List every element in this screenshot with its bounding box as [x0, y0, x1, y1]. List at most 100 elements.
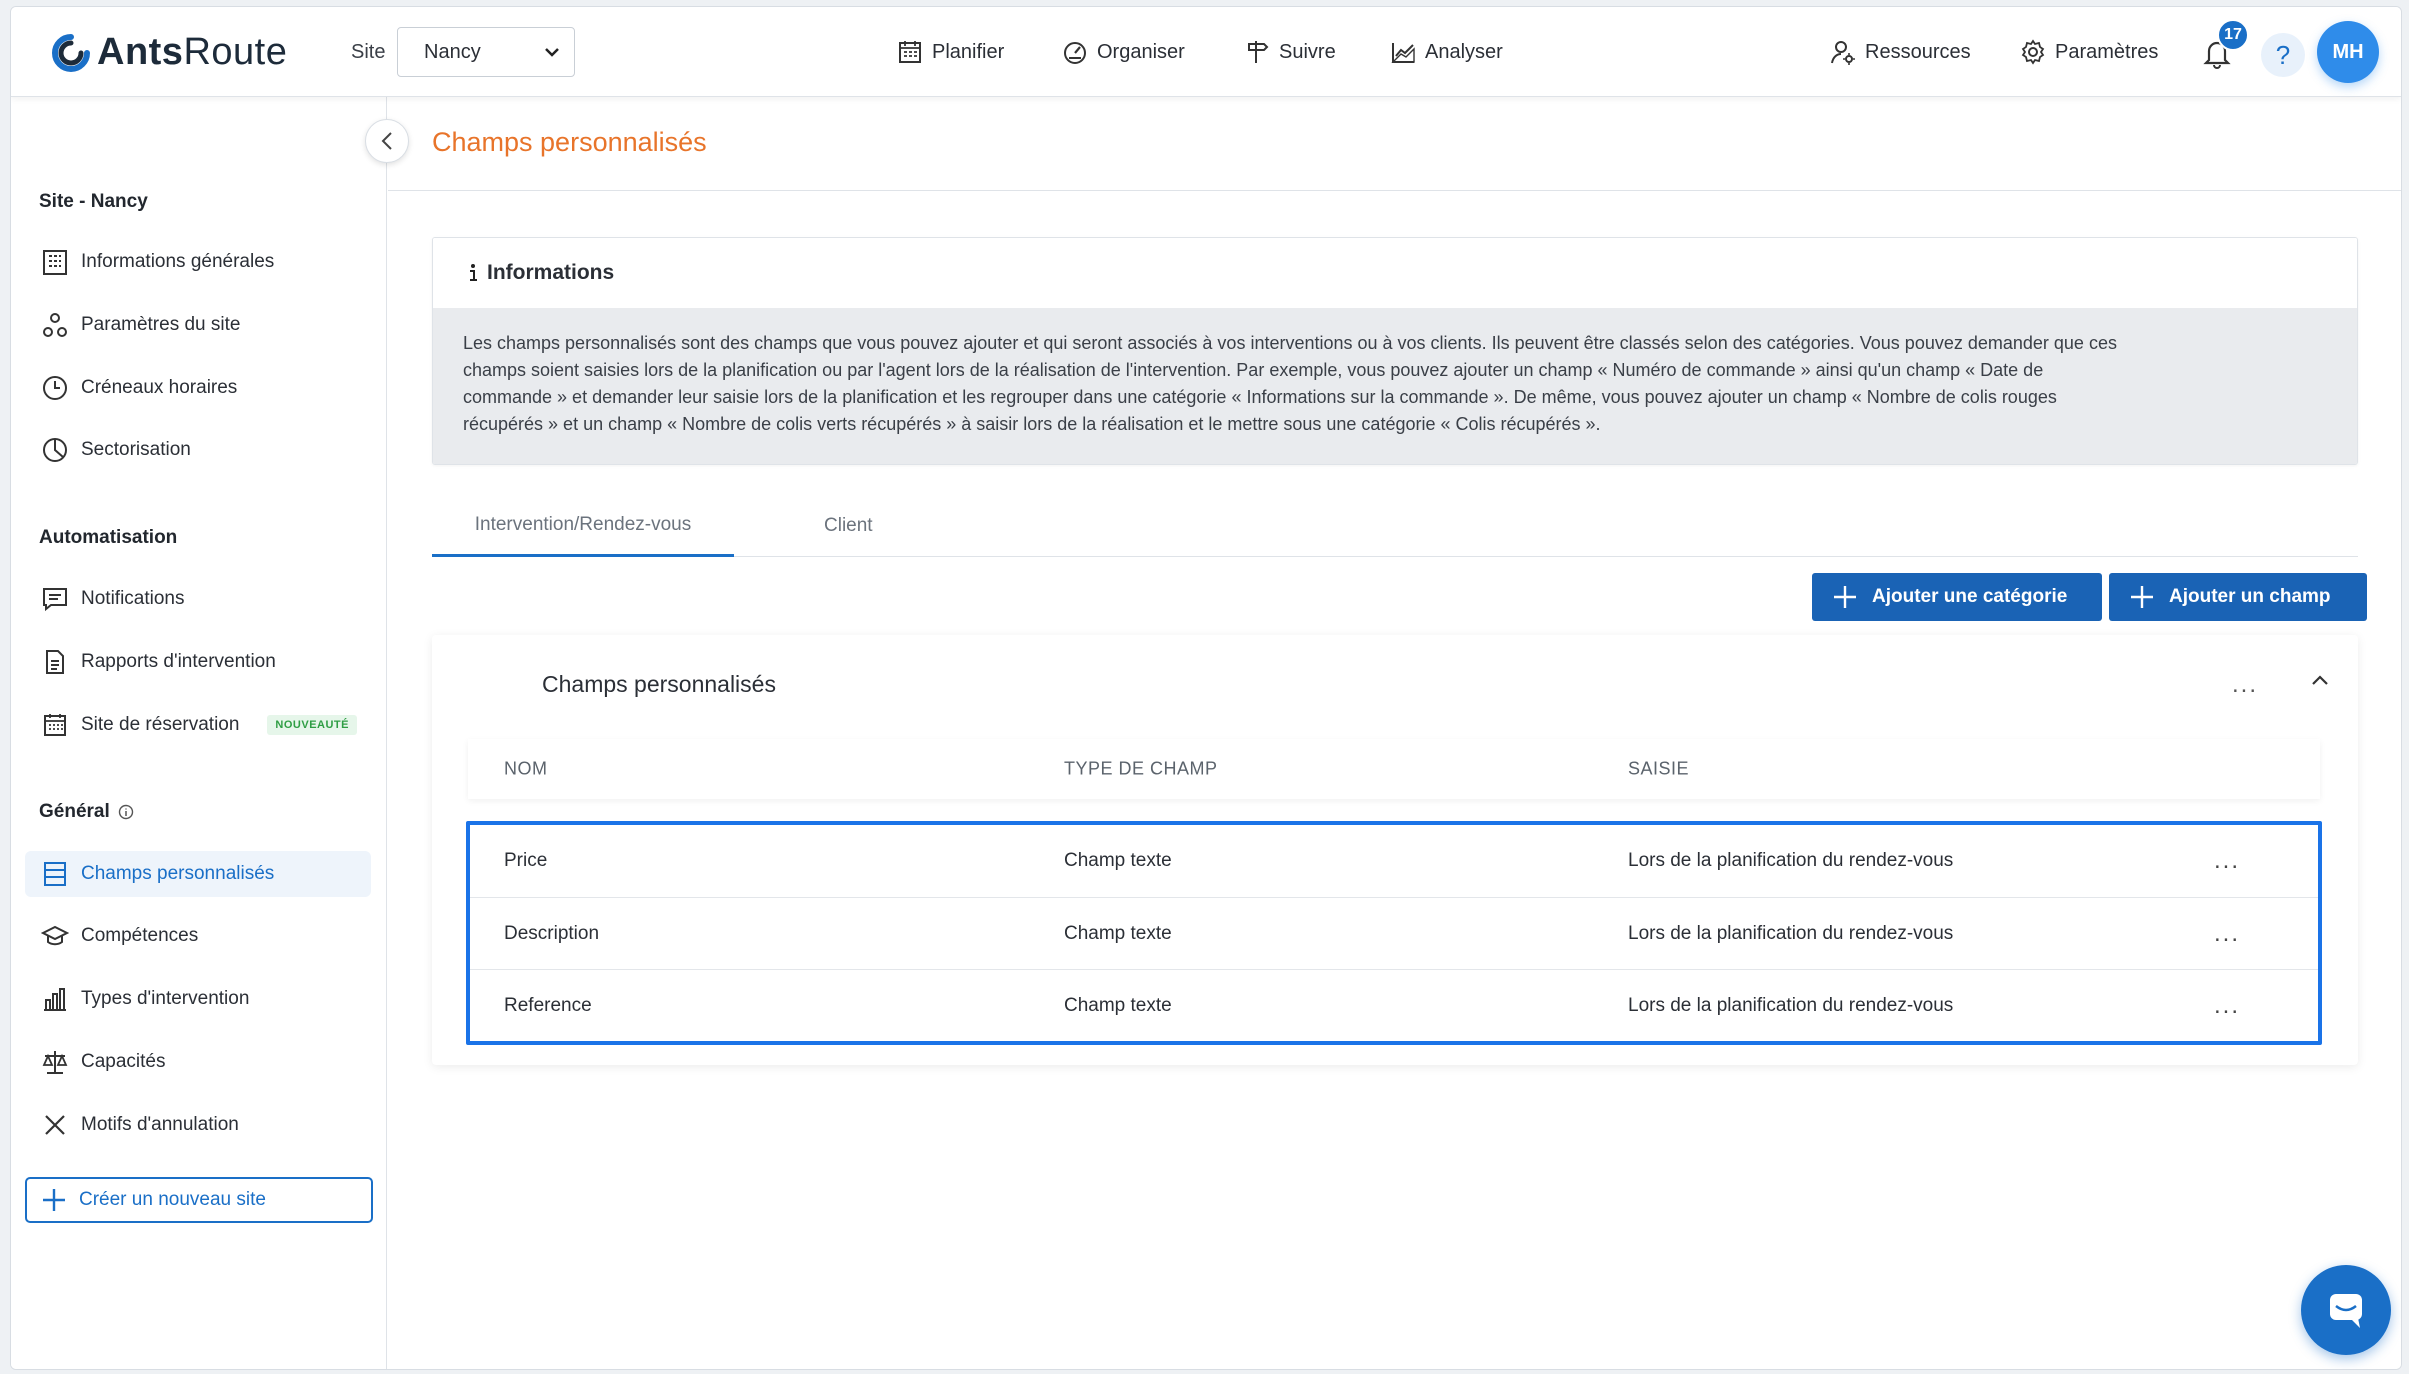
nav-planifier-label: Planifier: [932, 40, 1005, 63]
chat-support-button[interactable]: [2301, 1265, 2391, 1355]
column-header-saisie: SAISIE: [1628, 758, 1690, 779]
row-more-menu[interactable]: ...: [2214, 920, 2240, 948]
message-icon: [43, 588, 67, 612]
sidebar-item-label: Site de réservation: [81, 714, 240, 735]
sidebar-item-types-intervention[interactable]: Types d'intervention: [25, 976, 371, 1022]
site-select-value: Nancy: [424, 40, 481, 63]
scale-icon: [42, 1051, 68, 1074]
nav-parametres-label: Paramètres: [2055, 40, 2159, 63]
sidebar-item-rapports-intervention[interactable]: Rapports d'intervention: [25, 639, 371, 685]
top-bar: AntsRoute Site Nancy Planifier Organiser…: [11, 7, 2401, 97]
create-new-site-button[interactable]: Créer un nouveau site: [25, 1177, 373, 1223]
info-panel-header: Informations: [433, 238, 2357, 308]
gear-icon: [2021, 39, 2045, 65]
sidebar-item-label: Types d'intervention: [81, 988, 250, 1009]
cell-name: Reference: [504, 994, 592, 1016]
nav-ressources[interactable]: Ressources: [1829, 7, 1971, 97]
table-row[interactable]: Price Champ texte Lors de la planificati…: [470, 825, 2318, 897]
pie-icon: [43, 438, 67, 462]
calendar-icon: [899, 41, 921, 63]
sidebar-item-creneaux-horaires[interactable]: Créneaux horaires: [25, 365, 371, 411]
cell-type: Champ texte: [1064, 922, 1172, 944]
sidebar-section-automatisation: Automatisation: [39, 527, 178, 548]
sidebar-item-label: Paramètres du site: [81, 314, 241, 335]
custom-fields-card: Champs personnalisés ... NOM TYPE DE CHA…: [432, 635, 2358, 1065]
plus-icon: [2131, 586, 2153, 608]
sidebar-item-label: Sectorisation: [81, 439, 191, 460]
info-line: récupérés » et un champ « Nombre de coli…: [463, 414, 1601, 434]
sidebar-item-informations-generales[interactable]: Informations générales: [25, 239, 371, 285]
add-category-button[interactable]: Ajouter une catégorie: [1812, 573, 2102, 621]
add-field-button[interactable]: Ajouter un champ: [2109, 573, 2367, 621]
row-more-menu[interactable]: ...: [2214, 847, 2240, 875]
row-more-menu[interactable]: ...: [2214, 992, 2240, 1020]
graduation-icon: [41, 925, 69, 946]
sidebar-item-parametres-du-site[interactable]: Paramètres du site: [25, 302, 371, 348]
plus-icon: [1834, 586, 1856, 608]
nav-planifier[interactable]: Planifier: [896, 7, 1004, 97]
card-more-menu[interactable]: ...: [2232, 671, 2258, 699]
chat-icon: [2330, 1294, 2362, 1328]
site-label: Site: [351, 41, 386, 63]
column-header-nom: NOM: [504, 758, 548, 779]
collapse-sidebar-button[interactable]: [365, 119, 409, 163]
sidebar-item-label: Notifications: [81, 588, 185, 609]
antsroute-logo-icon: [52, 33, 90, 72]
clock-icon: [43, 376, 67, 400]
app-window: AntsRoute Site Nancy Planifier Organiser…: [10, 6, 2402, 1370]
cell-name: Description: [504, 922, 600, 944]
bar-chart-icon: [44, 988, 66, 1011]
sidebar-item-label: Informations générales: [81, 251, 275, 272]
nav-organiser[interactable]: Organiser: [1061, 7, 1185, 97]
table-row[interactable]: Reference Champ texte Lors de la planifi…: [470, 969, 2318, 1041]
sidebar-item-label: Capacités: [81, 1051, 166, 1072]
info-circle-icon[interactable]: [118, 804, 134, 820]
sidebar-item-site-de-reservation[interactable]: Site de réservation NOUVEAUTÉ: [25, 702, 371, 748]
site-select[interactable]: Nancy: [397, 27, 575, 77]
page-title: Champs personnalisés: [432, 127, 707, 157]
info-panel: Informations Les champs personnalisés so…: [432, 237, 2358, 465]
sidebar-item-sectorisation[interactable]: Sectorisation: [25, 427, 371, 473]
chevron-up-icon[interactable]: [2308, 669, 2332, 693]
cell-input: Lors de la planification du rendez-vous: [1628, 922, 1954, 944]
cell-type: Champ texte: [1064, 850, 1172, 871]
x-icon: [45, 1115, 65, 1135]
nav-suivre[interactable]: Suivre: [1243, 7, 1336, 97]
info-line: Les champs personnalisés sont des champs…: [463, 333, 2117, 353]
gauge-icon: [1064, 42, 1086, 64]
list-icon: [44, 862, 66, 886]
signpost-icon: [1248, 41, 1269, 63]
sidebar-item-notifications[interactable]: Notifications: [25, 576, 371, 622]
logo[interactable]: AntsRoute: [51, 31, 287, 74]
new-badge: NOUVEAUTÉ: [267, 715, 357, 735]
calendar-grid-icon: [44, 714, 66, 736]
cell-type: Champ texte: [1064, 994, 1172, 1016]
add-field-label: Ajouter un champ: [2169, 586, 2331, 607]
nav-ressources-label: Ressources: [1865, 40, 1971, 63]
sidebar-item-label: Rapports d'intervention: [81, 651, 276, 672]
sidebar-item-champs-personnalises[interactable]: Champs personnalisés: [25, 851, 371, 897]
page-header: Champs personnalisés: [388, 97, 2401, 191]
building-icon: [43, 250, 67, 275]
tab-client[interactable]: Client: [824, 495, 873, 557]
table-header: NOM TYPE DE CHAMP SAISIE: [468, 739, 2320, 799]
info-icon: [470, 264, 477, 281]
sidebar-item-competences[interactable]: Compétences: [25, 913, 371, 959]
nav-parametres[interactable]: Paramètres: [2019, 7, 2158, 97]
column-header-type: TYPE DE CHAMP: [1064, 758, 1218, 779]
avatar[interactable]: MH: [2317, 21, 2379, 83]
cell-input: Lors de la planification du rendez-vous: [1628, 994, 1954, 1016]
sidebar-item-motifs-annulation[interactable]: Motifs d'annulation: [25, 1102, 371, 1148]
chart-icon: [1391, 43, 1415, 63]
info-line: champs soient saisies lors de la planifi…: [463, 360, 2044, 380]
nav-analyser[interactable]: Analyser: [1389, 7, 1503, 97]
main-content: Champs personnalisés Informations Les ch…: [388, 97, 2401, 1369]
info-panel-text: Les champs personnalisés sont des champs…: [433, 308, 2357, 464]
sidebar-item-capacites[interactable]: Capacités: [25, 1039, 371, 1085]
help-button[interactable]: ?: [2261, 33, 2305, 77]
logo-text: AntsRoute: [97, 31, 288, 73]
table-row[interactable]: Description Champ texte Lors de la plani…: [470, 897, 2318, 969]
sidebar-section-site: Site - Nancy: [39, 191, 148, 212]
chevron-down-icon: [545, 48, 559, 57]
tab-intervention-rendez-vous[interactable]: Intervention/Rendez-vous: [432, 495, 734, 557]
